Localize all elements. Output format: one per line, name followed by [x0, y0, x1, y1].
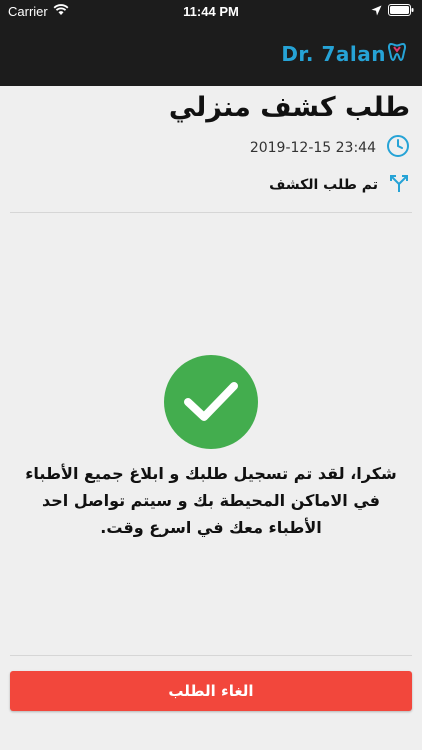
location-arrow-icon — [371, 4, 382, 19]
request-datetime: 2019-12-15 23:44 — [249, 140, 376, 156]
top-divider — [10, 212, 412, 213]
bottom-divider — [10, 655, 412, 656]
status-bar: Carrier 11:44 PM — [0, 0, 422, 24]
request-status: تم طلب الكشف — [269, 177, 378, 193]
success-check-icon — [164, 355, 258, 449]
confirmation-message: شكرا، لقد تم تسجيل طلبك و ابلاغ جميع الأ… — [25, 464, 397, 537]
nav-bar: Dr. 7alan — [0, 24, 422, 86]
cancel-request-button[interactable]: الغاء الطلب — [10, 671, 412, 711]
clock-time: 11:44 PM — [183, 4, 239, 19]
request-datetime-row: 2019-12-15 23:44 — [250, 134, 410, 162]
page-title: طلب كشف منزلي — [168, 92, 410, 123]
logo-text: Dr. 7alan — [281, 42, 386, 66]
request-status-row: تم طلب الكشف — [269, 172, 410, 198]
status-right-group — [371, 4, 414, 19]
battery-icon — [388, 4, 414, 19]
clock-icon — [386, 134, 410, 162]
tooth-icon — [388, 42, 406, 66]
app-logo: Dr. 7alan — [281, 42, 406, 66]
status-arrows-icon — [388, 172, 410, 198]
